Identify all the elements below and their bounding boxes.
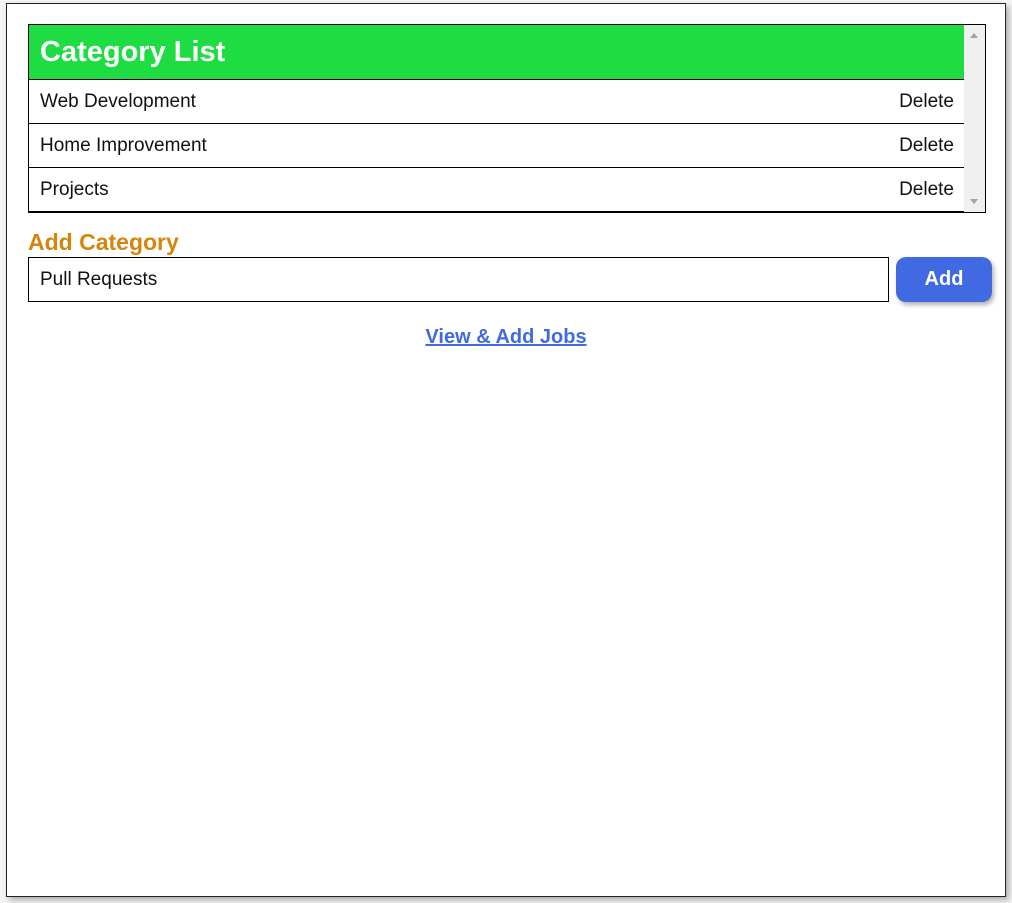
delete-button[interactable]: Delete: [899, 80, 954, 123]
list-item: Home Improvement Delete: [29, 124, 964, 168]
category-name: Web Development: [40, 91, 196, 112]
scroll-up-arrow-icon[interactable]: [970, 33, 978, 38]
list-item: Web Development Delete: [29, 80, 964, 124]
add-button[interactable]: Add: [896, 257, 992, 302]
add-category-heading: Add Category: [28, 229, 179, 255]
category-name: Home Improvement: [40, 135, 207, 156]
category-list-title: Category List: [29, 25, 964, 80]
delete-button[interactable]: Delete: [899, 124, 954, 167]
category-input[interactable]: Pull Requests: [28, 257, 889, 302]
scrollbar[interactable]: [964, 25, 985, 212]
category-list: Category List Web Development Delete Hom…: [28, 24, 986, 213]
app-window: Category List Web Development Delete Hom…: [6, 3, 1006, 897]
list-item: Projects Delete: [29, 168, 964, 212]
view-add-jobs-link[interactable]: View & Add Jobs: [7, 326, 1005, 349]
scroll-down-arrow-icon[interactable]: [970, 199, 978, 204]
category-name: Projects: [40, 179, 109, 200]
delete-button[interactable]: Delete: [899, 168, 954, 211]
